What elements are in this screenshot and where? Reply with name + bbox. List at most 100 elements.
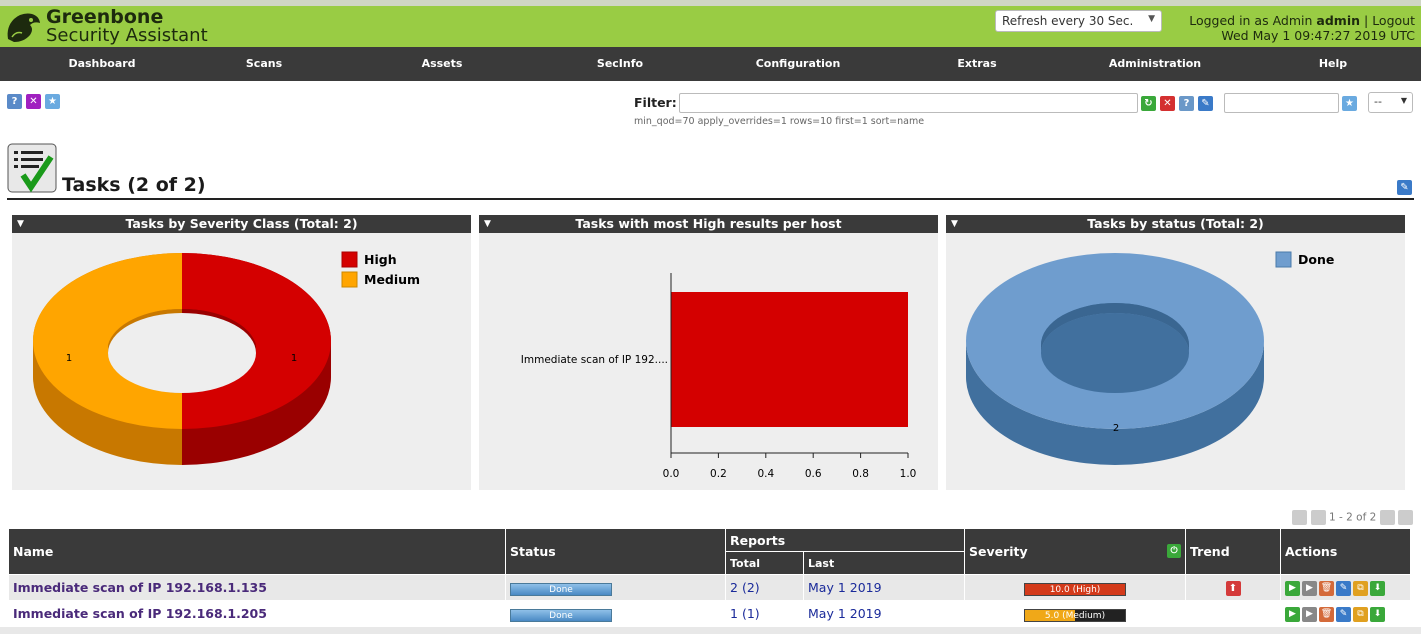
trend-up-icon: ⬆	[1225, 581, 1241, 596]
nav-configuration[interactable]: Configuration	[709, 47, 887, 81]
start-icon[interactable]: ▶	[1285, 606, 1300, 622]
severity-bar: 5.0 (Medium)	[1024, 608, 1126, 622]
task-name-link[interactable]: Immediate scan of IP 192.168.1.205	[8, 600, 506, 627]
reset-filter-icon[interactable]: ✕	[1160, 96, 1175, 111]
total-reports-link[interactable]: 2	[730, 580, 738, 595]
collapse-triangle-icon[interactable]: ▼	[951, 215, 958, 233]
save-filter-star-icon[interactable]: ★	[1342, 96, 1357, 111]
last-report-link[interactable]: May 1 2019	[808, 580, 882, 595]
task-name-link[interactable]: Immediate scan of IP 192.168.1.135	[8, 574, 506, 601]
x-tick-label: 0.2	[710, 468, 727, 480]
x-axis-ticks: 0.0 0.2 0.4 0.6 0.8 1.0	[663, 453, 917, 480]
title-divider	[7, 198, 1414, 200]
severity-cell: 10.0 (High)	[964, 574, 1186, 601]
user-role: Admin	[1272, 13, 1313, 28]
collapse-triangle-icon[interactable]: ▼	[17, 215, 24, 233]
collapse-triangle-icon[interactable]: ▼	[484, 215, 491, 233]
status-badge[interactable]: Done	[510, 582, 612, 596]
edit-dashboard-icon[interactable]: ✎	[1397, 180, 1412, 195]
status-chart-title: Tasks by status (Total: 2)	[1087, 216, 1264, 231]
chevron-down-icon: ▼	[1400, 96, 1407, 105]
refresh-filter-icon[interactable]: ↻	[1141, 96, 1156, 111]
high-results-chart-header: ▼ Tasks with most High results per host	[479, 215, 938, 233]
filter-help-icon[interactable]: ?	[1179, 96, 1194, 111]
help-icon[interactable]: ?	[7, 94, 22, 109]
tasks-table: Name Status Reports Severity ⏻ Trend Act…	[8, 528, 1411, 627]
tasks-page-icon	[7, 143, 57, 193]
table-footer-strip	[0, 627, 1421, 634]
status-cell: Done	[505, 600, 726, 627]
filter-select-value: --	[1374, 95, 1382, 108]
high-results-chart-title: Tasks with most High results per host	[575, 216, 842, 231]
export-icon[interactable]: ⬇	[1370, 606, 1385, 622]
nav-administration[interactable]: Administration	[1066, 47, 1244, 81]
x-tick-label: 0.6	[805, 468, 822, 480]
last-page-icon[interactable]	[1398, 510, 1413, 525]
total-reports-sub-link[interactable]: (1)	[742, 606, 760, 621]
nav-dashboard[interactable]: Dashboard	[13, 47, 191, 81]
status-badge[interactable]: Done	[510, 608, 612, 622]
filter-select[interactable]: -- ▼	[1368, 92, 1413, 113]
filter-name-input[interactable]	[1224, 93, 1339, 113]
severity-chart-panel: ▼ Tasks by Severity Class (Total: 2) 1 1…	[12, 215, 471, 490]
col-status[interactable]: Status	[505, 528, 726, 575]
logout-link[interactable]: Logout	[1372, 13, 1415, 28]
filter-string: min_qod=70 apply_overrides=1 rows=10 fir…	[634, 116, 925, 127]
col-reports: Reports	[725, 528, 965, 552]
nav-scans[interactable]: Scans	[175, 47, 353, 81]
nav-help[interactable]: Help	[1244, 47, 1421, 81]
nav-assets[interactable]: Assets	[353, 47, 531, 81]
trend-cell	[1185, 600, 1281, 627]
legend-medium: Medium	[364, 272, 420, 287]
start-icon[interactable]: ▶	[1285, 580, 1300, 596]
total-cell: 2 (2)	[725, 574, 804, 601]
next-page-icon[interactable]	[1379, 510, 1395, 525]
col-severity-label: Severity	[969, 544, 1028, 559]
actions-cell: ▶ ▶ 🗑 ✎ ⧉ ⬇	[1280, 574, 1411, 601]
col-total[interactable]: Total	[725, 551, 804, 575]
edit-icon[interactable]: ✎	[1336, 606, 1351, 622]
previous-page-icon[interactable]	[1310, 510, 1326, 525]
edit-icon[interactable]: ✎	[1336, 580, 1351, 596]
bar-task-1	[671, 292, 908, 427]
wizard-icon[interactable]: ✕	[26, 94, 41, 109]
pagination-text: 1 - 2 of 2	[1329, 511, 1377, 524]
severity-text: 5.0 (Medium)	[1044, 610, 1106, 621]
last-report-link[interactable]: May 1 2019	[808, 606, 882, 621]
legend-done: Done	[1298, 252, 1334, 267]
filter-input[interactable]	[679, 93, 1138, 113]
severity-bar: 10.0 (High)	[1024, 582, 1126, 596]
slice-label-medium: 1	[66, 353, 72, 364]
status-chart-panel: ▼ Tasks by status (Total: 2) 2 Done	[946, 215, 1405, 490]
username-link[interactable]: admin	[1316, 13, 1360, 28]
severity-donut-chart: 1 1 High Medium	[33, 251, 420, 465]
last-cell: May 1 2019	[803, 600, 965, 627]
col-last[interactable]: Last	[803, 551, 965, 575]
legend-swatch-medium	[341, 271, 358, 288]
export-icon[interactable]: ⬇	[1370, 580, 1385, 596]
clone-icon[interactable]: ⧉	[1353, 580, 1368, 596]
col-name[interactable]: Name	[8, 528, 506, 575]
nav-extras[interactable]: Extras	[888, 47, 1066, 81]
x-tick-label: 1.0	[900, 468, 917, 480]
last-cell: May 1 2019	[803, 574, 965, 601]
first-page-icon[interactable]	[1292, 510, 1308, 525]
chevron-down-icon: ▼	[1148, 14, 1155, 24]
total-reports-sub-link[interactable]: (2)	[742, 580, 760, 595]
table-row: Immediate scan of IP 192.168.1.135 Done …	[8, 574, 1411, 601]
resume-icon[interactable]: ▶	[1302, 606, 1317, 622]
resume-icon[interactable]: ▶	[1302, 580, 1317, 596]
col-trend: Trend	[1185, 528, 1281, 575]
trashcan-icon[interactable]: 🗑	[1319, 580, 1334, 596]
total-reports-link[interactable]: 1	[730, 606, 738, 621]
status-cell: Done	[505, 574, 726, 601]
overrides-icon[interactable]: ⏻	[1167, 544, 1181, 558]
nav-secinfo[interactable]: SecInfo	[531, 47, 709, 81]
refresh-select[interactable]: Refresh every 30 Sec. ▼	[995, 10, 1162, 32]
new-task-star-icon[interactable]: ★	[45, 94, 60, 109]
clone-icon[interactable]: ⧉	[1353, 606, 1368, 622]
edit-filter-icon[interactable]: ✎	[1198, 96, 1213, 111]
severity-cell: 5.0 (Medium)	[964, 600, 1186, 627]
trashcan-icon[interactable]: 🗑	[1319, 606, 1334, 622]
col-severity[interactable]: Severity ⏻	[964, 528, 1186, 575]
